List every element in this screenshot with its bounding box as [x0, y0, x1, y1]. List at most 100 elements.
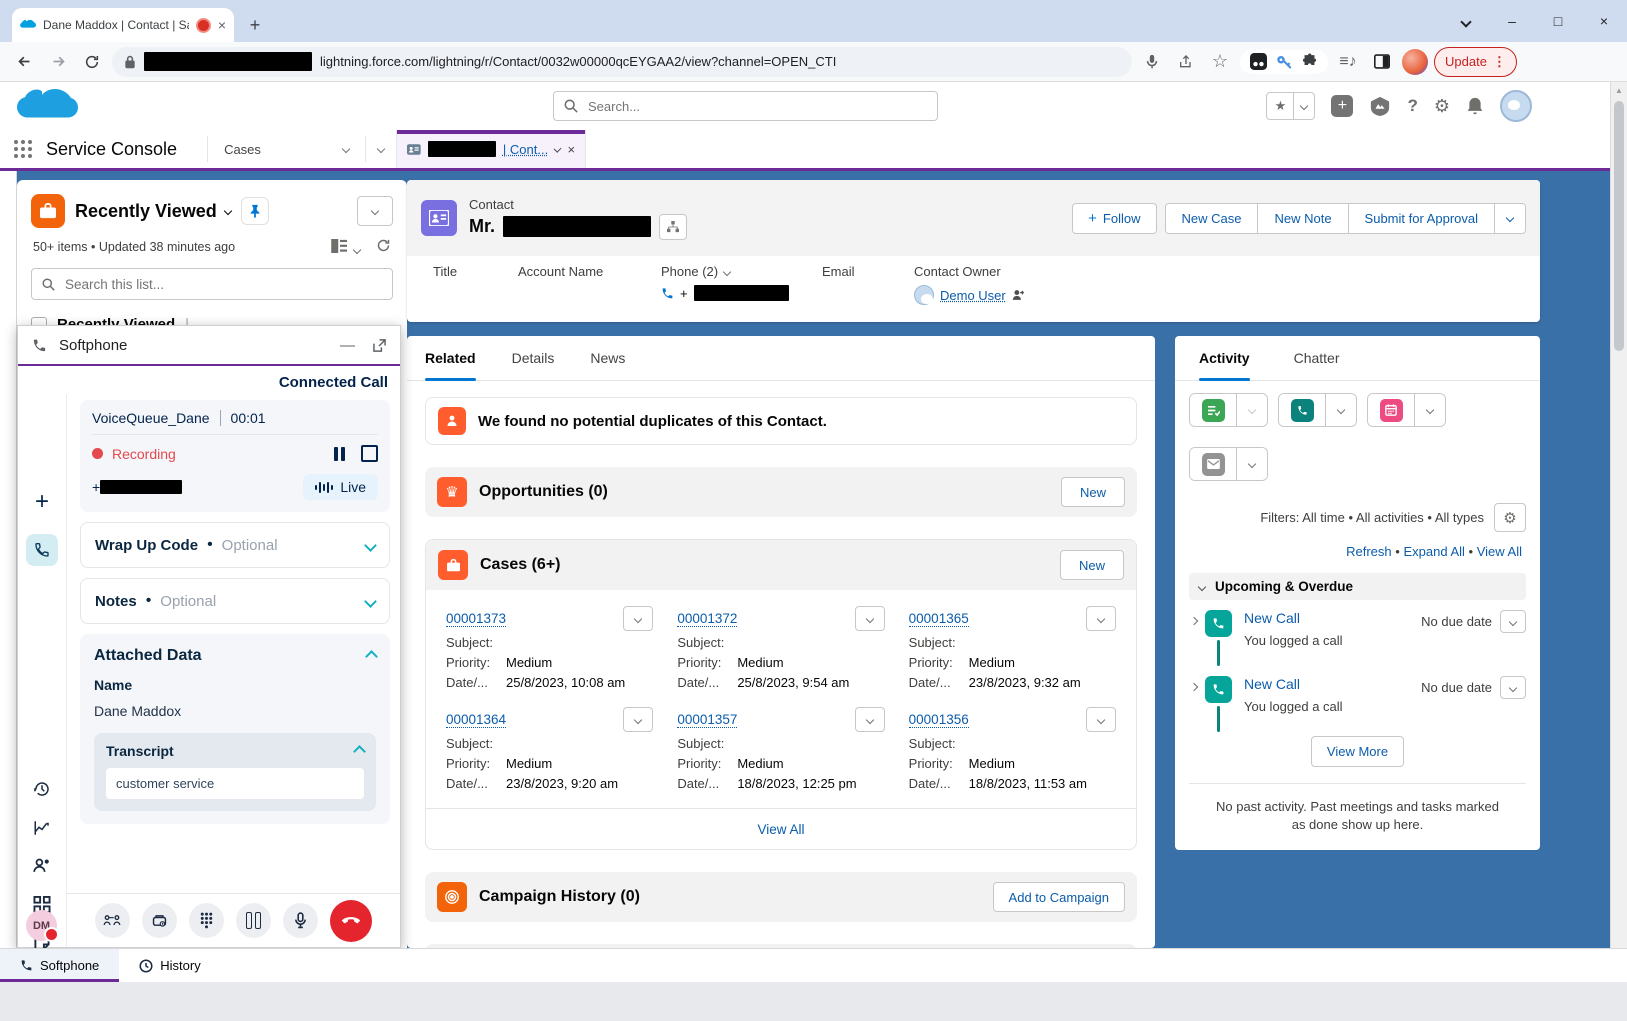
quick-create-icon[interactable]: +: [1331, 95, 1353, 117]
task-caret-icon[interactable]: [1236, 394, 1267, 426]
collapse-chevron-icon[interactable]: [353, 745, 366, 758]
key-extension-icon[interactable]: [1275, 53, 1293, 71]
list-view-caret-icon[interactable]: [223, 207, 231, 215]
new-case-section-button[interactable]: New: [1060, 550, 1124, 580]
page-scrollbar[interactable]: ▲: [1610, 82, 1627, 982]
opportunities-title[interactable]: Opportunities (0): [479, 483, 608, 501]
workspace-tab-contact[interactable]: | Cont... ×: [396, 130, 586, 168]
global-search[interactable]: [553, 91, 938, 121]
dialpad-button[interactable]: [189, 903, 224, 938]
new-opportunity-button[interactable]: New: [1061, 477, 1125, 507]
more-actions-caret-icon[interactable]: [1494, 204, 1525, 233]
refresh-link[interactable]: Refresh: [1346, 544, 1392, 559]
call-history-icon[interactable]: [33, 780, 51, 798]
setup-gear-icon[interactable]: ⚙: [1434, 96, 1450, 117]
section-collapse-chevron-icon[interactable]: [1198, 582, 1206, 590]
case-number-link[interactable]: 00001364: [446, 712, 506, 728]
case-number-link[interactable]: 00001365: [909, 611, 969, 627]
list-search-input[interactable]: [63, 276, 382, 293]
case-row-actions-button[interactable]: [855, 606, 885, 631]
campaign-history-title[interactable]: Campaign History (0): [479, 888, 640, 906]
side-panel-icon[interactable]: [1368, 48, 1396, 76]
utility-softphone-tab[interactable]: Softphone: [0, 949, 119, 982]
new-call-link[interactable]: New Call: [1244, 676, 1300, 692]
cases-view-all-link[interactable]: View All: [757, 822, 804, 837]
activity-filter-gear-icon[interactable]: ⚙: [1494, 503, 1526, 532]
workspace-tab-label[interactable]: | Cont...: [503, 142, 548, 157]
nav-tab-cases[interactable]: Cases: [208, 130, 365, 168]
end-call-button[interactable]: [330, 900, 372, 942]
upcoming-overdue-header[interactable]: Upcoming & Overdue: [1189, 573, 1526, 600]
case-row-actions-button[interactable]: [623, 606, 653, 631]
reading-list-icon[interactable]: ≡♪: [1334, 48, 1362, 76]
agents-icon[interactable]: [33, 857, 52, 873]
minimize-softphone-icon[interactable]: —: [340, 337, 355, 354]
view-hierarchy-button[interactable]: [659, 214, 687, 240]
new-event-split-button[interactable]: [1367, 393, 1446, 427]
user-profile-avatar[interactable]: [1500, 90, 1532, 122]
change-owner-icon[interactable]: [1012, 289, 1025, 301]
expand-chevron-icon[interactable]: [364, 539, 377, 552]
case-number-link[interactable]: 00001356: [909, 712, 969, 728]
close-window-icon[interactable]: ×: [1581, 13, 1627, 29]
new-call-link[interactable]: New Call: [1244, 610, 1300, 626]
expand-item-chevron-icon[interactable]: [1190, 683, 1198, 691]
workspace-tab-caret-icon[interactable]: [554, 145, 562, 153]
address-bar[interactable]: lightning.force.com/lightning/r/Contact/…: [112, 47, 1132, 77]
tab-details[interactable]: Details: [512, 336, 555, 380]
case-number-link[interactable]: 00001373: [446, 611, 506, 627]
wrap-up-code-section[interactable]: Wrap Up Code • Optional: [80, 522, 390, 568]
event-caret-icon[interactable]: [1414, 394, 1445, 426]
workspace-tab-close-icon[interactable]: ×: [567, 142, 575, 157]
case-number-link[interactable]: 00001372: [677, 611, 737, 627]
new-case-button[interactable]: New Case: [1166, 204, 1258, 233]
browser-tab[interactable]: Dane Maddox | Contact | Sal ×: [12, 8, 234, 42]
campaign-history-section-header[interactable]: Campaign History (0) Add to Campaign: [425, 872, 1137, 922]
maximize-window-icon[interactable]: □: [1535, 13, 1581, 29]
browser-update-button[interactable]: Update ⋮: [1434, 47, 1517, 77]
case-row-actions-button[interactable]: [1086, 707, 1116, 732]
follow-button[interactable]: +Follow: [1072, 203, 1156, 234]
cases-title[interactable]: Cases (6+): [480, 556, 561, 574]
item-actions-button[interactable]: [1500, 676, 1526, 699]
live-transcription-chip[interactable]: Live: [303, 474, 378, 500]
forward-icon[interactable]: [44, 48, 72, 76]
favorites-caret-icon[interactable]: [1293, 93, 1314, 119]
cases-section-header[interactable]: Cases (6+) New: [426, 540, 1136, 590]
collapse-chevron-icon[interactable]: [365, 650, 378, 663]
new-note-button[interactable]: New Note: [1257, 204, 1347, 233]
stats-icon[interactable]: [33, 819, 51, 837]
list-view-title[interactable]: Recently Viewed: [75, 201, 231, 222]
add-call-icon[interactable]: +: [35, 488, 49, 516]
display-as-icon[interactable]: [331, 239, 360, 256]
global-search-input[interactable]: [586, 98, 927, 115]
softphone-header[interactable]: Softphone —: [18, 326, 400, 366]
hold-call-button[interactable]: [236, 903, 271, 938]
tab-news[interactable]: News: [590, 336, 625, 380]
favorites-button[interactable]: ★: [1266, 92, 1315, 120]
tab-chatter[interactable]: Chatter: [1294, 336, 1340, 380]
email-caret-icon[interactable]: [1236, 448, 1267, 480]
case-number-link[interactable]: 00001357: [677, 712, 737, 728]
expand-chevron-icon[interactable]: [364, 595, 377, 608]
email-split-button[interactable]: [1189, 447, 1268, 481]
browser-menu-icon[interactable]: ⋮: [1493, 54, 1506, 70]
list-search-box[interactable]: [31, 268, 393, 300]
back-icon[interactable]: [10, 48, 38, 76]
tab-search-icon[interactable]: [1443, 13, 1489, 29]
tab-activity[interactable]: Activity: [1199, 336, 1250, 380]
extensions-puzzle-icon[interactable]: [1301, 53, 1318, 70]
tab-close-icon[interactable]: ×: [218, 17, 226, 33]
case-row-actions-button[interactable]: [855, 707, 885, 732]
browser-profile-avatar[interactable]: [1402, 49, 1428, 75]
pause-recording-icon[interactable]: [334, 447, 345, 461]
refresh-list-icon[interactable]: [376, 238, 391, 256]
notifications-bell-icon[interactable]: [1466, 97, 1484, 116]
share-icon[interactable]: [1172, 48, 1200, 76]
case-row-actions-button[interactable]: [1086, 606, 1116, 631]
agent-avatar[interactable]: DM: [26, 910, 57, 941]
scrollbar-thumb[interactable]: [1614, 101, 1624, 351]
list-view-controls-button[interactable]: [357, 196, 393, 226]
log-call-split-button[interactable]: [1278, 393, 1357, 427]
app-launcher-waffle-icon[interactable]: [0, 130, 46, 168]
